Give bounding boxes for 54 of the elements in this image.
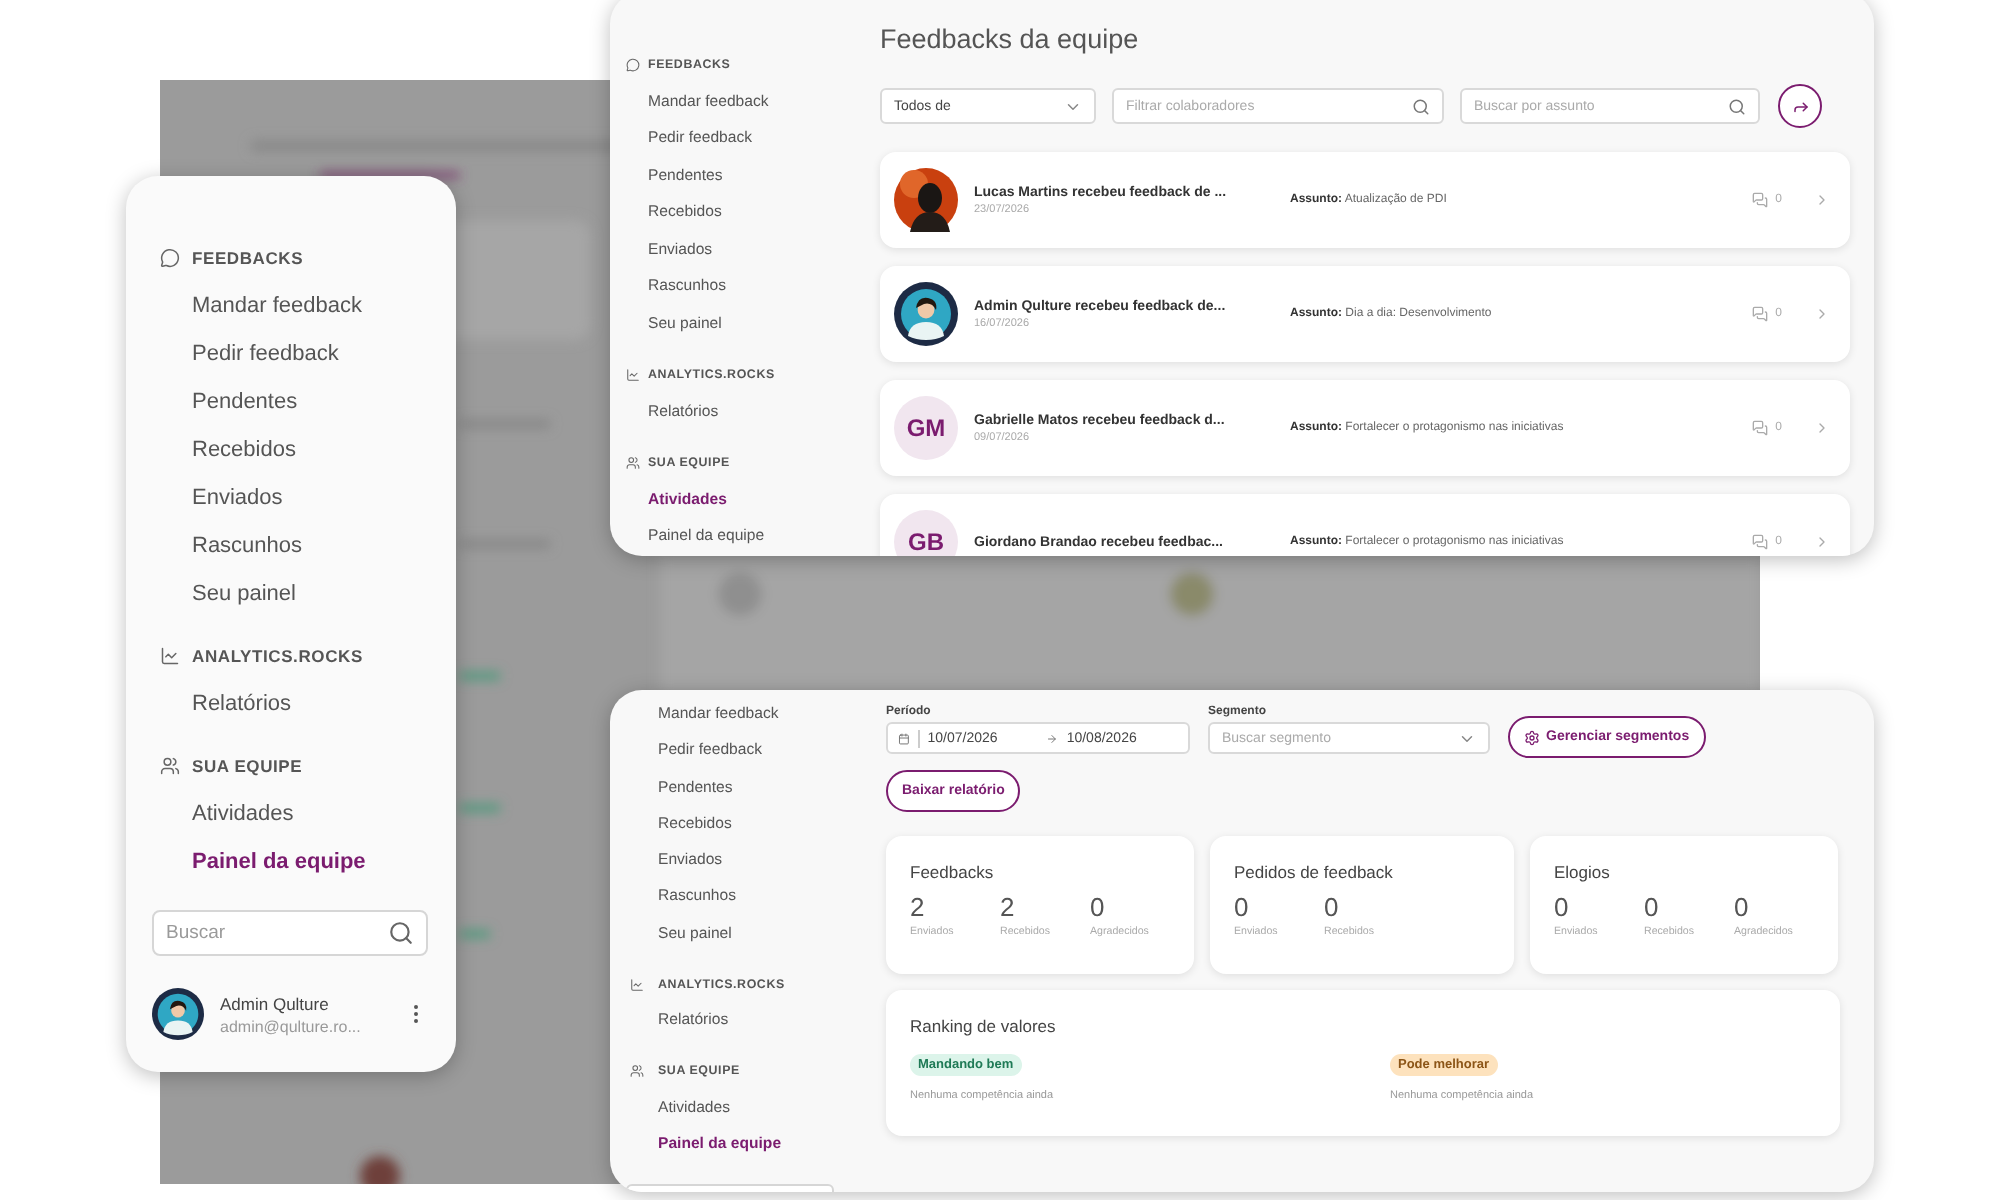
section-heading: SUA EQUIPE (192, 756, 303, 776)
chat-bubble-icon (160, 248, 180, 268)
line-chart-icon (630, 977, 644, 992)
line-chart-icon (160, 646, 180, 666)
search-icon (1728, 97, 1746, 115)
section-heading: FEEDBACKS (192, 248, 304, 268)
sidebar-item[interactable]: Seu painel (192, 570, 296, 618)
sidebar-item[interactable]: Relatórios (192, 680, 292, 728)
sidebar-item[interactable]: Recebidos (192, 426, 296, 474)
chevron-right-icon (1814, 534, 1830, 550)
chat-bubble-icon (626, 57, 640, 72)
share-icon (1791, 97, 1809, 115)
user-name: Admin Qulture (220, 993, 331, 1013)
sidebar-item[interactable]: Mandar feedback (192, 282, 362, 330)
metric-value: 0 (1554, 894, 1571, 922)
card-title: Ranking de valores (910, 1016, 1058, 1038)
metric-value: 2 (1000, 894, 1017, 922)
metric-value: 2 (910, 894, 927, 922)
metric-value: 0 (1644, 894, 1661, 922)
chevron-right-icon (1814, 420, 1830, 436)
initials-avatar: GM (894, 396, 958, 460)
metric-value: 0 (1234, 894, 1251, 922)
sidebar-item[interactable]: Pendentes (192, 378, 298, 426)
comments-icon (1751, 534, 1768, 550)
calendar-icon (898, 731, 910, 745)
line-chart-icon (626, 367, 640, 382)
share-button[interactable] (1778, 84, 1822, 128)
people-icon (630, 1064, 644, 1079)
sidebar-item[interactable]: Rascunhos (192, 522, 303, 570)
search-icon (1412, 97, 1430, 115)
people-icon (626, 455, 640, 470)
search-icon (388, 920, 414, 946)
chevron-right-icon (1814, 306, 1830, 322)
comments-icon (1751, 420, 1768, 436)
card-title: Elogios (1554, 862, 1612, 884)
section-heading: ANALYTICS.ROCKS (192, 646, 363, 666)
comments-icon (1751, 192, 1768, 208)
arrow-right-icon (1046, 731, 1059, 745)
chevron-right-icon (1814, 192, 1830, 208)
comments-icon (1751, 306, 1768, 322)
metric-value: 0 (1324, 894, 1341, 922)
page-title: Feedbacks da equipe (880, 24, 1141, 56)
people-icon (160, 756, 180, 776)
user-email: admin@qulture.ro... (220, 1017, 363, 1035)
card-title: Pedidos de feedback (1234, 862, 1395, 884)
card-title: Feedbacks (910, 862, 996, 884)
sidebar-item[interactable]: Pedir feedback (192, 330, 339, 378)
gear-icon (1524, 729, 1540, 745)
sidebar-item[interactable]: Atividades (192, 790, 294, 838)
sidebar-item[interactable]: Enviados (192, 474, 283, 522)
initials-avatar: GB (894, 510, 958, 556)
metric-value: 0 (1734, 894, 1751, 922)
metric-value: 0 (1090, 894, 1107, 922)
sidebar-item[interactable]: Painel da equipe (192, 838, 366, 886)
